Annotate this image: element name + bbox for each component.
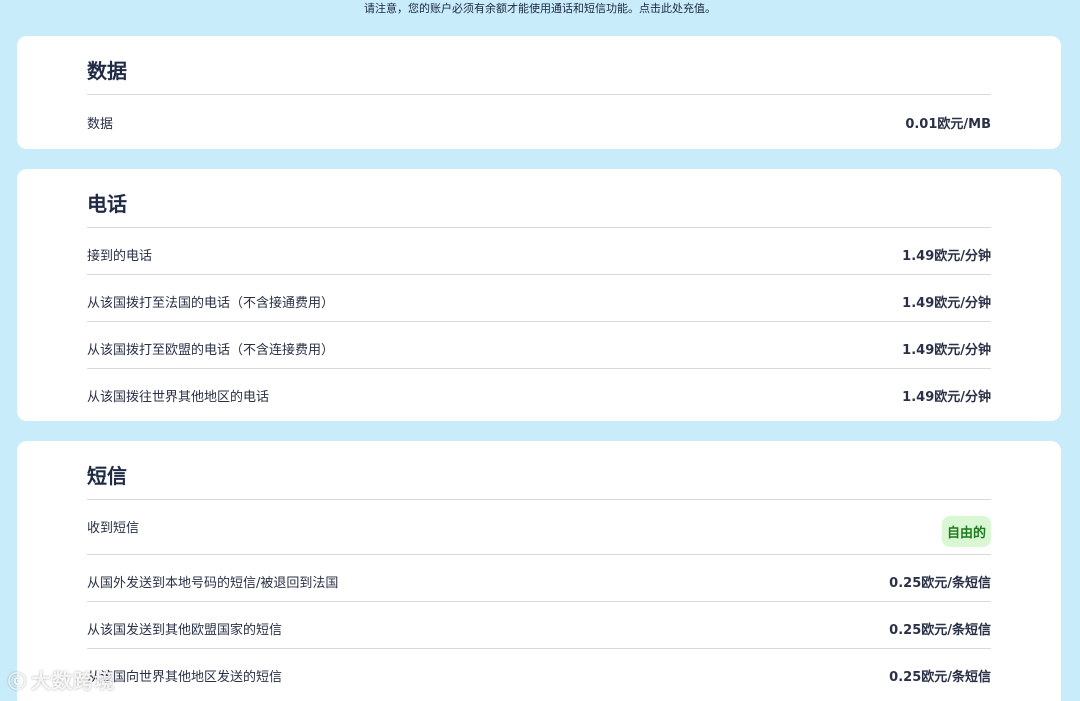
rate-label: 从该国拨打至法国的电话（不含接通费用） xyxy=(87,296,335,311)
sms-row: 从国外发送到本地号码的短信/被退回到法国 0.25欧元/条短信 xyxy=(87,555,991,602)
phone-row: 从该国拨打至法国的电话（不含接通费用） 1.49欧元/分钟 xyxy=(87,275,991,322)
rate-value: 1.49欧元/分钟 xyxy=(902,296,991,311)
watermark: ⓒ 大数跨境 xyxy=(8,665,115,694)
rate-label: 从该国拨打至欧盟的电话（不含连接费用） xyxy=(87,343,335,358)
sms-card: 短信 收到短信 自由的 从国外发送到本地号码的短信/被退回到法国 0.25欧元/… xyxy=(17,441,1061,701)
watermark-logo-icon: ⓒ xyxy=(8,672,27,693)
free-badge: 自由的 xyxy=(941,516,991,547)
phone-section-title: 电话 xyxy=(87,169,991,228)
watermark-text: 大数跨境 xyxy=(31,669,115,693)
rate-label: 接到的电话 xyxy=(87,249,153,264)
data-section-title: 数据 xyxy=(87,36,991,95)
rate-value: 0.25欧元/条短信 xyxy=(889,670,991,685)
rate-value: 1.49欧元/分钟 xyxy=(902,249,991,264)
phone-card: 电话 接到的电话 1.49欧元/分钟 从该国拨打至法国的电话（不含接通费用） 1… xyxy=(17,169,1061,421)
rate-label: 从该国发送到其他欧盟国家的短信 xyxy=(87,623,283,638)
rate-value: 1.49欧元/分钟 xyxy=(902,343,991,358)
rate-value: 0.25欧元/条短信 xyxy=(889,623,991,638)
rate-label: 收到短信 xyxy=(87,521,140,536)
phone-row: 从该国拨打至欧盟的电话（不含连接费用） 1.49欧元/分钟 xyxy=(87,322,991,369)
top-up-notice[interactable]: 请注意，您的账户必须有余额才能使用通话和短信功能。点击此处充值。 xyxy=(0,0,1080,20)
rate-label: 从国外发送到本地号码的短信/被退回到法国 xyxy=(87,576,339,591)
rate-label: 数据 xyxy=(87,117,114,132)
sms-row: 收到短信 自由的 xyxy=(87,500,991,555)
data-card: 数据 数据 0.01欧元/MB xyxy=(17,36,1061,149)
phone-row: 接到的电话 1.49欧元/分钟 xyxy=(87,228,991,275)
rate-label: 从该国向世界其他地区发送的短信 xyxy=(87,670,283,685)
rate-value: 0.25欧元/条短信 xyxy=(889,576,991,591)
sms-row: 从该国发送到其他欧盟国家的短信 0.25欧元/条短信 xyxy=(87,602,991,649)
rate-label: 从该国拨往世界其他地区的电话 xyxy=(87,390,270,405)
rate-value: 1.49欧元/分钟 xyxy=(902,390,991,405)
data-row: 数据 0.01欧元/MB xyxy=(87,95,991,148)
rate-value: 0.01欧元/MB xyxy=(905,117,991,132)
sms-row: 从该国向世界其他地区发送的短信 0.25欧元/条短信 xyxy=(87,649,991,695)
phone-row: 从该国拨往世界其他地区的电话 1.49欧元/分钟 xyxy=(87,369,991,415)
sms-section-title: 短信 xyxy=(87,441,991,500)
